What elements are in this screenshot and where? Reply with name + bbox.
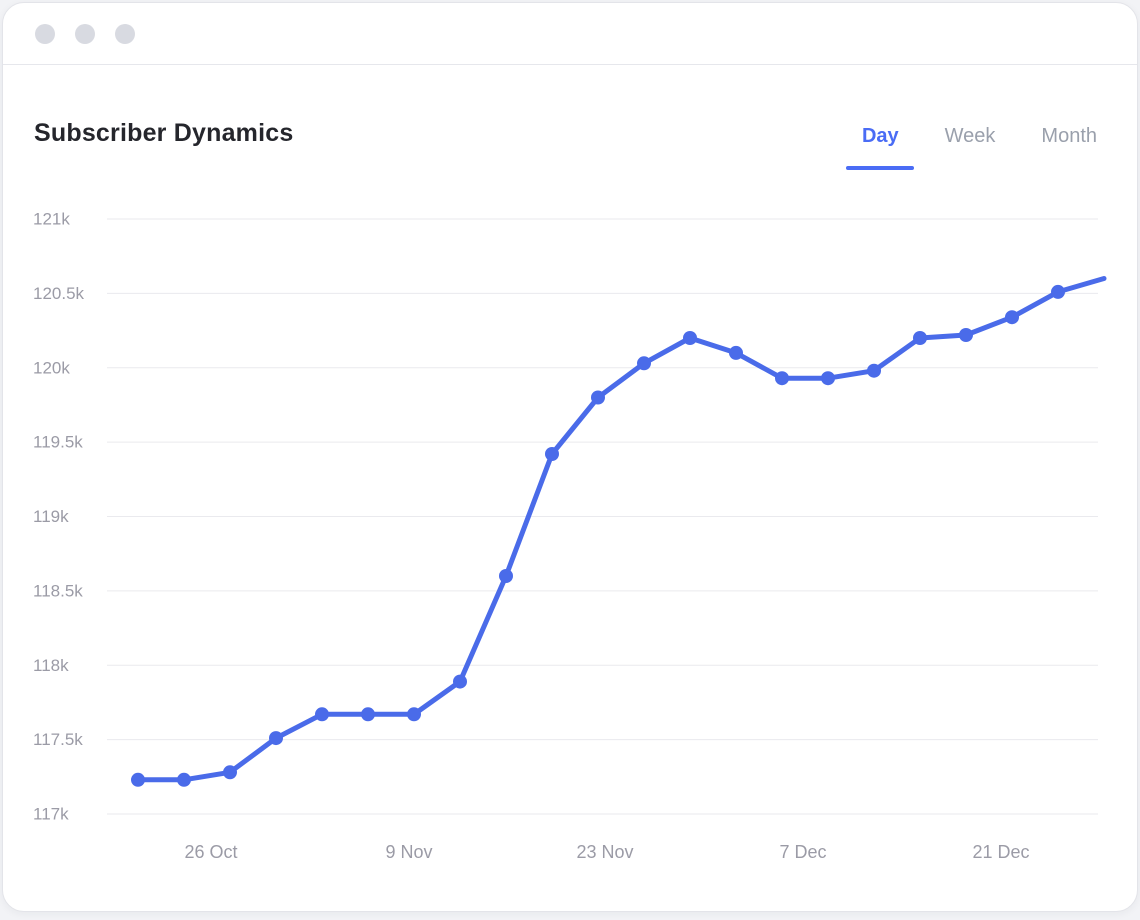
subscriber-dynamics-chart: 121k 120.5k 120k 119.5k 119k 118.5k 118k 117.5k…: [3, 3, 1138, 912]
data-point: [775, 371, 789, 385]
data-point: [269, 731, 283, 745]
data-point: [407, 707, 421, 721]
data-point: [499, 569, 513, 583]
y-gridlines: [107, 219, 1098, 814]
series-line: [138, 279, 1104, 780]
data-point: [177, 773, 191, 787]
window-card: Subscriber Dynamics Day Week Month 121k1…: [2, 2, 1138, 912]
y-axis-label: 117.5k: [33, 730, 83, 749]
data-point: [867, 364, 881, 378]
data-point: [545, 447, 559, 461]
y-axis-label: 121k: [33, 210, 70, 229]
y-axis-label: 120k: [33, 358, 70, 377]
data-point: [1005, 310, 1019, 324]
y-axis-label: 118k: [33, 656, 69, 675]
x-axis-label: 23 Nov: [576, 842, 633, 862]
x-axis-label: 21 Dec: [972, 842, 1029, 862]
data-point: [913, 331, 927, 345]
x-axis-label: 9 Nov: [385, 842, 432, 862]
x-axis-label: 7 Dec: [779, 842, 826, 862]
data-point: [821, 371, 835, 385]
data-point: [1051, 285, 1065, 299]
series-points: [131, 285, 1065, 787]
data-point: [637, 356, 651, 370]
data-point: [223, 765, 237, 779]
data-point: [361, 707, 375, 721]
x-axis-labels: 26 Oct 9 Nov 23 Nov 7 Dec 21 Dec: [184, 842, 1029, 862]
data-point: [315, 707, 329, 721]
data-point: [591, 391, 605, 405]
data-point: [729, 346, 743, 360]
data-point: [453, 675, 467, 689]
y-axis-label: 119.5k: [33, 433, 83, 452]
y-axis-label: 119k: [33, 507, 69, 526]
y-axis-label: 118.5k: [33, 581, 83, 600]
y-axis-label: 120.5k: [33, 284, 85, 303]
y-axis-labels: 121k 120.5k 120k 119.5k 119k 118.5k 118k 117.5k…: [33, 210, 85, 824]
x-axis-label: 26 Oct: [184, 842, 237, 862]
y-axis-label: 117k: [33, 805, 69, 824]
data-point: [131, 773, 145, 787]
data-point: [959, 328, 973, 342]
data-point: [683, 331, 697, 345]
